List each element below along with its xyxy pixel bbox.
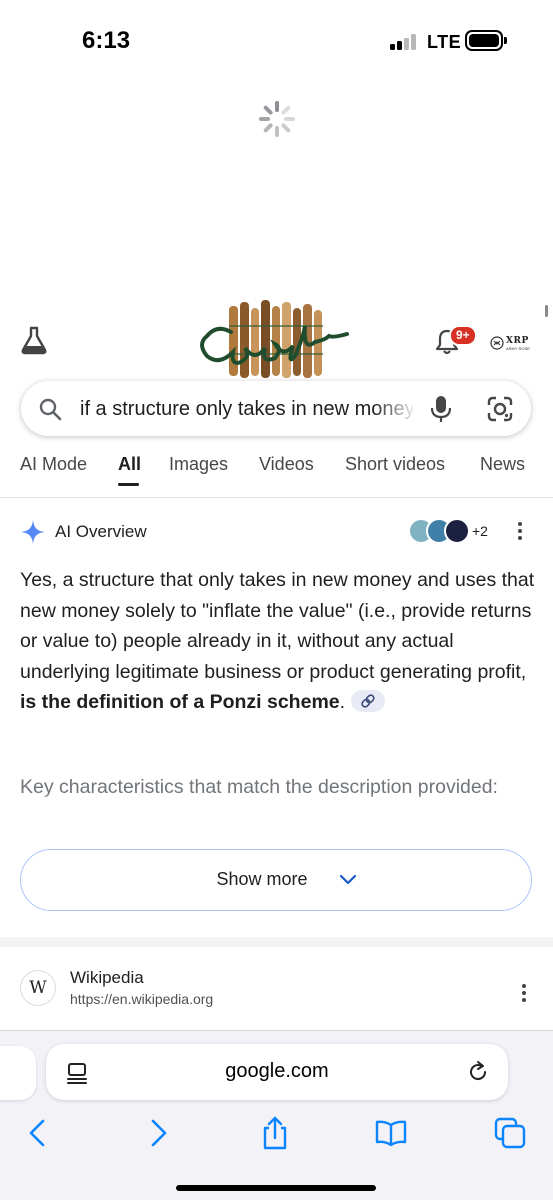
tab-short-videos[interactable]: Short videos	[345, 454, 445, 475]
tab-images[interactable]: Images	[169, 454, 228, 475]
ai-overview-header: AI Overview +2	[20, 516, 535, 548]
ai-sources-stack[interactable]	[408, 516, 478, 546]
avatar-subtext: ARMY ROSE	[506, 345, 530, 351]
result-url[interactable]: https://en.wikipedia.org	[70, 991, 213, 1007]
signal-strength-icon	[390, 32, 420, 50]
avatar-text: XRP	[506, 335, 529, 346]
share-icon[interactable]	[258, 1116, 292, 1150]
battery-icon	[465, 30, 503, 51]
google-lens-icon[interactable]	[487, 396, 513, 422]
status-time: 6:13	[82, 27, 131, 54]
result-site-name[interactable]: Wikipedia	[70, 968, 144, 988]
back-icon[interactable]	[22, 1116, 56, 1150]
tab-news[interactable]: News	[480, 454, 525, 475]
search-tabs: AI Mode All Images Videos Short videos N…	[0, 454, 553, 488]
source-favicon-3	[444, 518, 470, 544]
reload-icon[interactable]	[467, 1060, 489, 1084]
address-text[interactable]: google.com	[46, 1060, 508, 1083]
ai-overview-title: AI Overview	[55, 522, 147, 541]
bookmarks-icon[interactable]	[374, 1116, 408, 1150]
forward-icon[interactable]	[140, 1116, 174, 1150]
ai-overview-text: Yes, a structure that only takes in new …	[20, 565, 540, 718]
tab-videos[interactable]: Videos	[259, 454, 314, 475]
link-icon	[361, 694, 375, 708]
google-doodle-logo[interactable]	[193, 296, 359, 384]
battery-nub	[504, 37, 507, 44]
content-fade	[0, 795, 553, 845]
search-text-fade	[373, 391, 418, 427]
xrp-logo-icon	[490, 336, 504, 350]
tabs-overview-icon[interactable]	[493, 1116, 527, 1150]
flask-icon[interactable]	[20, 325, 48, 355]
home-indicator	[176, 1185, 376, 1191]
search-icon	[39, 398, 62, 421]
notification-badge: 9+	[449, 325, 477, 346]
ai-body-bold: is the definition of a Ponzi scheme	[20, 691, 340, 713]
tabs-divider	[0, 497, 553, 498]
microphone-icon[interactable]	[429, 395, 453, 423]
ai-body-end: .	[339, 691, 346, 713]
wikipedia-favicon[interactable]: W	[20, 970, 56, 1006]
ai-sources-more[interactable]: +2	[472, 523, 488, 539]
ai-overview-more-icon[interactable]	[517, 522, 523, 542]
active-tab-indicator	[118, 483, 139, 486]
scroll-indicator	[545, 305, 548, 317]
tab-ai-mode[interactable]: AI Mode	[20, 454, 87, 475]
show-more-button[interactable]: Show more	[20, 849, 532, 911]
account-avatar[interactable]: XRP ARMY ROSE	[490, 331, 534, 355]
section-divider	[0, 937, 553, 947]
chevron-down-icon	[339, 874, 357, 885]
tab-all[interactable]: All	[118, 454, 141, 475]
ai-sparkle-icon	[21, 520, 45, 544]
safari-toolbar: google.com	[0, 1030, 553, 1200]
loading-spinner-icon	[259, 101, 295, 137]
search-input[interactable]: if a structure only takes in new money t…	[80, 398, 413, 421]
status-bar: 6:13 LTE	[0, 0, 553, 80]
citation-link-button[interactable]	[351, 689, 386, 712]
search-bar[interactable]: if a structure only takes in new money t…	[21, 381, 531, 436]
ai-body-plain: Yes, a structure that only takes in new …	[20, 569, 535, 683]
address-bar[interactable]: google.com	[46, 1044, 508, 1100]
show-more-label: Show more	[216, 869, 308, 889]
previous-tab-pill[interactable]	[0, 1046, 36, 1100]
result-more-icon[interactable]	[521, 984, 527, 1004]
network-label: LTE	[427, 32, 462, 52]
